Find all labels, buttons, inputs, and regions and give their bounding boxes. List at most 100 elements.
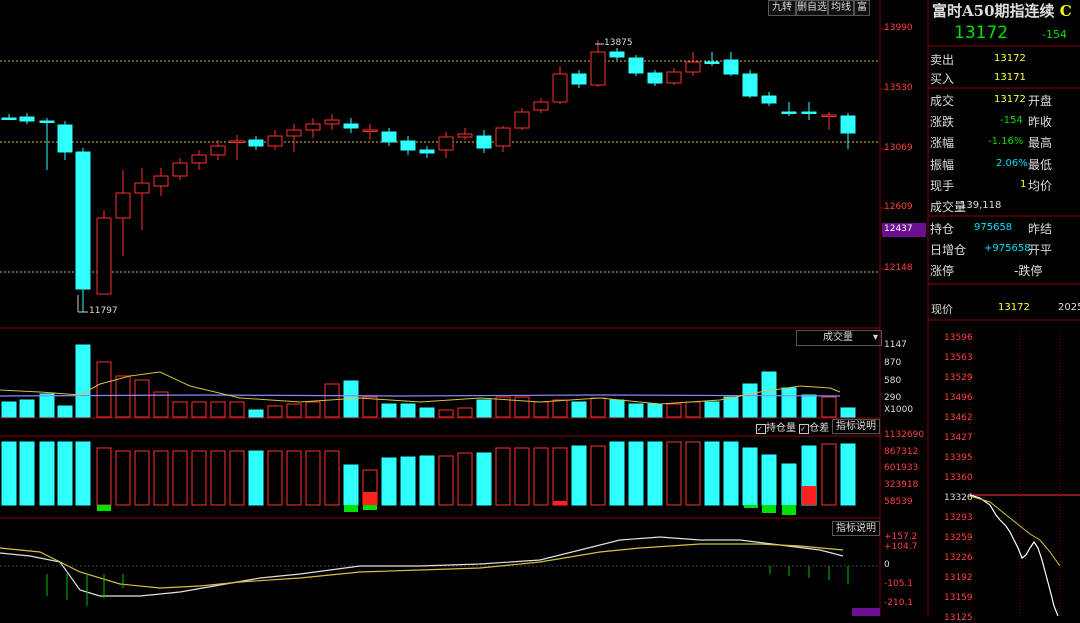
volume-bar <box>191 401 207 418</box>
mini-axis-tick: 13360 <box>944 473 973 483</box>
quote-label-2: 昨收 <box>1028 115 1053 129</box>
candle-body <box>210 145 226 156</box>
volume-bar <box>685 401 701 418</box>
quote-label: 成交 <box>930 94 955 108</box>
volume-bar <box>476 399 492 418</box>
current-price-marker: 12437 <box>884 224 913 234</box>
quote-row: 涨跌 -154 昨收 <box>930 113 1080 130</box>
volume-ma-line <box>0 394 841 397</box>
mini-axis-tick: 13192 <box>944 573 973 583</box>
volume-bar <box>647 403 663 418</box>
volume-bar <box>381 403 397 418</box>
volume-selector[interactable]: 成交量 ▾ <box>796 330 882 346</box>
oi-bar <box>840 443 856 506</box>
quote-label-2: 昨结 <box>1028 222 1053 236</box>
quote-row: 卖出 13172 <box>930 51 1080 68</box>
volume-bar <box>781 387 797 418</box>
oi-bar <box>742 447 758 506</box>
quote-row: 持仓 975658 昨结 <box>930 220 1080 237</box>
candlestick-chart[interactable] <box>0 0 1080 616</box>
oi-bar <box>210 450 226 506</box>
oi-bar <box>533 447 549 506</box>
oi-bar <box>115 450 131 506</box>
oi-bar <box>75 441 91 506</box>
high-annotation: 13875 <box>604 38 633 48</box>
oi-bar <box>191 450 207 506</box>
volume-bar <box>1 401 17 418</box>
candle-body <box>153 175 169 187</box>
quote-row: 现手 1 均价 <box>930 177 1080 194</box>
volume-bar <box>419 407 435 418</box>
oi-bar <box>57 441 73 506</box>
oi-legend[interactable]: ✓ 持仓量 ✓ 仓差 <box>756 419 829 434</box>
candle-body <box>514 111 530 129</box>
candle-body <box>609 51 625 58</box>
oi-bar <box>704 441 720 506</box>
oi-bar <box>153 450 169 506</box>
checkbox-icon[interactable]: ✓ <box>756 424 766 434</box>
quote-row: 涨停 -跌停 <box>930 262 1080 279</box>
oi-bar <box>685 441 701 506</box>
quote-label-2: 最低 <box>1028 158 1053 172</box>
fu-button[interactable]: 富 <box>854 0 870 16</box>
oi-diff-legend-label: 仓差 <box>809 423 830 434</box>
volume-bar <box>704 401 720 418</box>
mini-axis-tick: 13326 <box>944 493 973 503</box>
now-label: 现价 <box>931 303 953 316</box>
jiuzhuan-button[interactable]: 九转 <box>768 0 796 16</box>
indicator-explain-button[interactable]: 指标说明 <box>832 521 880 536</box>
candle-body <box>571 73 587 85</box>
volume-bar <box>400 403 416 418</box>
oi-bar <box>229 450 245 506</box>
quote-label-2: 开盘 <box>1028 94 1053 108</box>
candle-body <box>286 129 302 137</box>
candle-body <box>362 129 378 132</box>
oi-bar <box>267 450 283 506</box>
candle-body <box>96 217 112 295</box>
candle-body <box>685 61 701 73</box>
quote-label-2: 最高 <box>1028 136 1053 150</box>
ma-button[interactable]: 均线 <box>828 0 854 16</box>
volume-bar <box>571 401 587 418</box>
oi-bar <box>419 455 435 506</box>
volume-bar <box>39 393 55 418</box>
vol-tick-3: 580 <box>884 376 902 386</box>
candle-body <box>229 140 245 143</box>
delete-favorite-button[interactable]: 删自选 <box>796 0 828 16</box>
candle-body <box>628 57 644 74</box>
oi-diff-bar <box>802 486 816 505</box>
quote-value: 13171 <box>994 72 1026 83</box>
volume-title: 成交量 <box>823 332 853 343</box>
quote-value: 13172 <box>994 94 1026 105</box>
volume-bar <box>533 401 549 418</box>
volume-bar <box>666 403 682 418</box>
candle-body <box>590 51 606 86</box>
last-price: 13172 <box>954 23 1009 43</box>
quote-label: 涨幅 <box>930 136 955 150</box>
mini-axis-tick: 13496 <box>944 393 973 403</box>
oi-tick-2: 867312 <box>884 447 919 457</box>
oi-explain-button[interactable]: 指标说明 <box>832 419 880 434</box>
oi-tick-3: 601933 <box>884 463 919 473</box>
candle-body <box>1 117 17 120</box>
volume-bar <box>210 401 226 418</box>
mini-axis-tick: 13259 <box>944 533 973 543</box>
mini-axis-tick: 13125 <box>944 613 973 623</box>
oi-bar <box>400 456 416 506</box>
quote-value: 975658 <box>974 222 1013 233</box>
quote-value: -1.16% <box>988 136 1024 147</box>
oi-bar <box>438 455 454 506</box>
candle-body <box>495 127 511 147</box>
oi-diff-bar <box>344 505 358 512</box>
candle-body <box>343 123 359 129</box>
mini-axis-tick: 13596 <box>944 333 973 343</box>
oi-bar <box>666 441 682 506</box>
volume-bar <box>761 371 777 418</box>
volume-bar <box>115 375 131 418</box>
quote-label: 涨跌 <box>930 115 955 129</box>
oi-bar <box>172 450 188 506</box>
volume-bar <box>172 401 188 418</box>
mini-axis-tick: 13427 <box>944 433 973 443</box>
checkbox-icon[interactable]: ✓ <box>799 424 810 434</box>
price-change: -154 <box>1042 28 1067 41</box>
